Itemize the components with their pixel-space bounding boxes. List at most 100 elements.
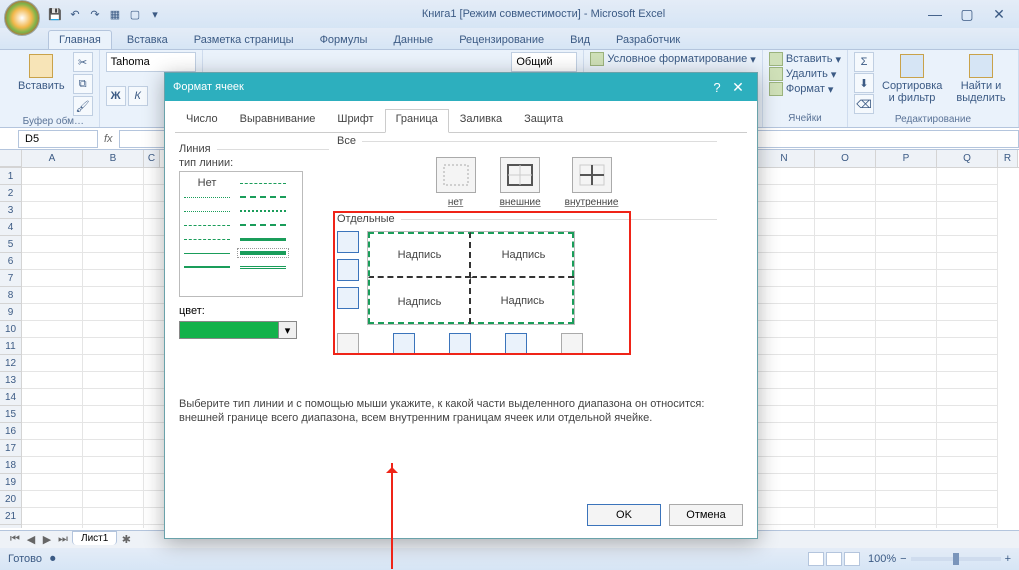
cell[interactable] <box>937 508 998 525</box>
cell[interactable] <box>815 321 876 338</box>
cell[interactable] <box>876 406 937 423</box>
cell[interactable] <box>876 525 937 528</box>
cell[interactable] <box>876 440 937 457</box>
cell[interactable] <box>876 202 937 219</box>
cell[interactable] <box>83 338 144 355</box>
cell[interactable] <box>815 457 876 474</box>
cell[interactable] <box>815 440 876 457</box>
preset-none-button[interactable] <box>436 157 476 193</box>
cell[interactable] <box>22 457 83 474</box>
ribbon-tab-home[interactable]: Главная <box>48 30 112 49</box>
ribbon-tab-formulas[interactable]: Формулы <box>309 30 379 49</box>
row-header[interactable]: 14 <box>0 389 22 406</box>
cell[interactable] <box>83 304 144 321</box>
ok-button[interactable]: OK <box>587 504 661 526</box>
cell[interactable] <box>83 185 144 202</box>
line-style-none[interactable]: Нет <box>184 177 230 189</box>
copy-icon[interactable]: ⧉ <box>73 74 93 94</box>
cell[interactable] <box>83 253 144 270</box>
cell[interactable] <box>754 270 815 287</box>
dlg-tab-border[interactable]: Граница <box>385 109 449 133</box>
row-header[interactable]: 16 <box>0 423 22 440</box>
row-header[interactable]: 20 <box>0 491 22 508</box>
cell[interactable] <box>754 457 815 474</box>
row-header[interactable]: 19 <box>0 474 22 491</box>
cell[interactable] <box>754 168 815 185</box>
close-icon[interactable]: ✕ <box>987 5 1011 23</box>
select-all-corner[interactable] <box>0 150 22 167</box>
cell[interactable] <box>815 202 876 219</box>
cell[interactable] <box>937 491 998 508</box>
col-header[interactable]: A <box>22 150 83 167</box>
qat-2-icon[interactable]: ▢ <box>126 5 144 23</box>
dlg-tab-font[interactable]: Шрифт <box>326 109 384 133</box>
cell[interactable] <box>22 491 83 508</box>
col-header[interactable]: B <box>83 150 144 167</box>
line-style-option[interactable] <box>184 197 230 198</box>
cell[interactable] <box>83 474 144 491</box>
row-header[interactable]: 12 <box>0 355 22 372</box>
cell[interactable] <box>876 508 937 525</box>
cell[interactable] <box>937 440 998 457</box>
zoom-out-icon[interactable]: − <box>900 553 906 565</box>
ribbon-tab-insert[interactable]: Вставка <box>116 30 179 49</box>
row-header[interactable]: 10 <box>0 321 22 338</box>
line-style-option[interactable] <box>240 224 286 226</box>
cell[interactable] <box>83 372 144 389</box>
paste-button[interactable]: Вставить <box>14 52 69 116</box>
zoom-thumb[interactable] <box>953 553 959 565</box>
line-style-option[interactable] <box>240 210 286 212</box>
row-header[interactable]: 15 <box>0 406 22 423</box>
line-style-option[interactable] <box>184 239 230 240</box>
row-header[interactable]: 22 <box>0 525 22 528</box>
cell[interactable] <box>83 236 144 253</box>
cell[interactable] <box>83 508 144 525</box>
cell[interactable] <box>815 355 876 372</box>
cell[interactable] <box>754 321 815 338</box>
cell[interactable] <box>937 236 998 253</box>
row-header[interactable]: 7 <box>0 270 22 287</box>
ribbon-tab-developer[interactable]: Разработчик <box>605 30 691 49</box>
format-cells-button[interactable]: Формат▾ <box>769 82 841 96</box>
cell[interactable] <box>22 287 83 304</box>
line-style-option[interactable] <box>184 253 230 254</box>
maximize-icon[interactable]: ▢ <box>955 5 979 23</box>
ribbon-tab-view[interactable]: Вид <box>559 30 601 49</box>
zoom-slider[interactable] <box>911 557 1001 561</box>
fill-icon[interactable]: ⬇ <box>854 73 874 93</box>
cell[interactable] <box>815 508 876 525</box>
cell[interactable] <box>937 457 998 474</box>
zoom-in-icon[interactable]: + <box>1005 553 1011 565</box>
format-painter-icon[interactable]: 🖌 <box>73 96 93 116</box>
cell[interactable] <box>83 423 144 440</box>
find-select-button[interactable]: Найти и выделить <box>950 52 1012 114</box>
row-header[interactable]: 1 <box>0 168 22 185</box>
cell[interactable] <box>22 321 83 338</box>
row-header[interactable]: 17 <box>0 440 22 457</box>
line-style-option[interactable] <box>240 266 286 269</box>
cell[interactable] <box>83 168 144 185</box>
row-header[interactable]: 5 <box>0 236 22 253</box>
cell[interactable] <box>754 508 815 525</box>
cell[interactable] <box>815 185 876 202</box>
cell[interactable] <box>754 338 815 355</box>
cell[interactable] <box>937 253 998 270</box>
cell[interactable] <box>876 168 937 185</box>
cell[interactable] <box>876 423 937 440</box>
italic-button[interactable]: К <box>128 86 148 106</box>
sheet-nav-prev-icon[interactable]: ◀ <box>24 533 38 547</box>
row-header[interactable]: 21 <box>0 508 22 525</box>
line-style-listbox[interactable]: Нет <box>179 171 303 297</box>
cell[interactable] <box>83 287 144 304</box>
sheet-nav-first-icon[interactable]: ⏮ <box>8 533 22 547</box>
cell[interactable] <box>815 219 876 236</box>
cell[interactable] <box>83 525 144 528</box>
cell[interactable] <box>815 270 876 287</box>
cell[interactable] <box>876 491 937 508</box>
view-normal-icon[interactable] <box>808 552 824 566</box>
cell[interactable] <box>815 338 876 355</box>
clear-icon[interactable]: ⌫ <box>854 94 874 114</box>
cell[interactable] <box>815 491 876 508</box>
cell[interactable] <box>83 440 144 457</box>
cell[interactable] <box>22 219 83 236</box>
